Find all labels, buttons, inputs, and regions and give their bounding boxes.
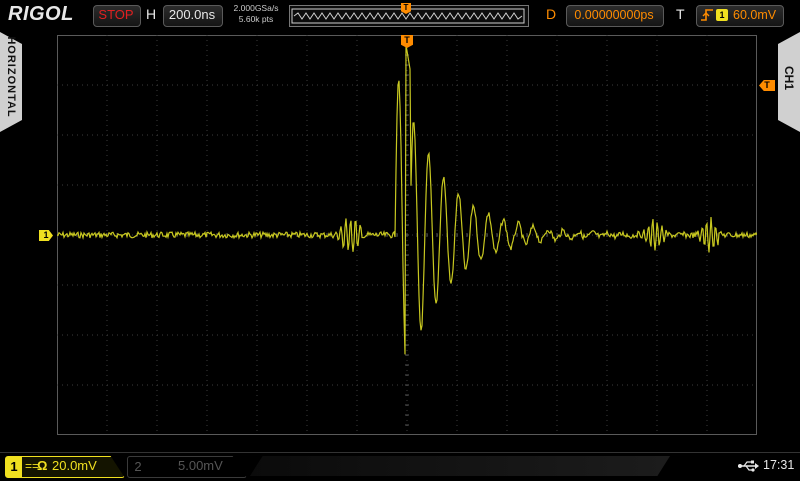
trigger-source-badge: 1	[716, 9, 728, 21]
memory-depth: 5.60k pts	[238, 14, 274, 24]
status-band	[250, 456, 670, 476]
trigger-level-marker[interactable]: T	[759, 80, 775, 91]
ch1-offset-marker[interactable]: 1	[39, 230, 53, 241]
brand-logo: RIGOL	[8, 3, 74, 25]
delay-value[interactable]: 0.00000000ps	[566, 5, 662, 25]
usb-icon	[738, 460, 759, 472]
delay-label: D	[546, 6, 557, 22]
horizontal-tab-label: HORIZONTAL	[5, 36, 17, 118]
trigger-level-value[interactable]: 60.0mV	[733, 5, 776, 25]
ch1-number: 1	[6, 457, 22, 477]
timebase-value[interactable]: 200.0ns	[163, 5, 221, 25]
ch2-number: 2	[134, 459, 142, 474]
system-clock: 17:31	[763, 458, 795, 472]
trigger-rising-slope-icon	[701, 9, 713, 21]
ch2-vertical-scale: 5.00mV	[178, 458, 223, 473]
waveform-display[interactable]	[57, 35, 757, 435]
ch1-tab-label: CH1	[782, 65, 796, 90]
sample-rate: 2.000GSa/s	[233, 3, 279, 13]
trigger-label: T	[676, 6, 685, 22]
ch1-impedance: Ω	[37, 458, 48, 473]
acquisition-info: 2.000GSa/s 5.60k pts	[226, 3, 286, 25]
horizontal-label: H	[146, 6, 157, 22]
run-stop-status[interactable]: STOP	[93, 5, 139, 25]
ch1-vertical-scale: 20.0mV	[52, 458, 97, 473]
ch1-waveform-trace	[57, 44, 757, 355]
